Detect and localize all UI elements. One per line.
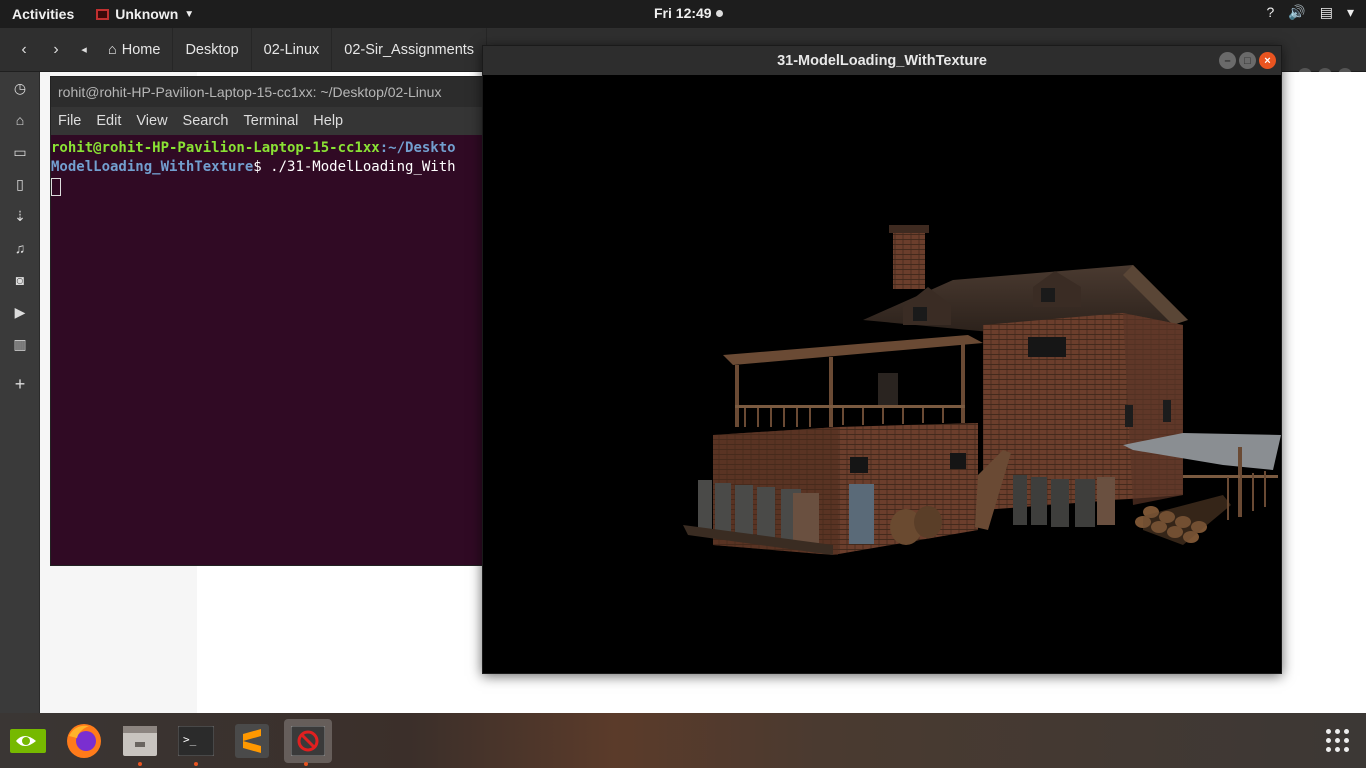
clock[interactable]: Fri 12:49 bbox=[654, 5, 723, 21]
maximize-button[interactable]: □ bbox=[1239, 52, 1256, 69]
command-text: $ ./31-ModelLoading_With bbox=[253, 159, 456, 175]
downloads-icon[interactable]: ⇣ bbox=[8, 206, 32, 226]
app-menu-label: Unknown bbox=[115, 6, 179, 22]
documents-icon[interactable]: ▯ bbox=[8, 174, 32, 194]
gl-window-title: 31-ModelLoading_WithTexture bbox=[777, 52, 987, 69]
prompt-path-cont: ModelLoading_WithTexture bbox=[51, 159, 254, 175]
nvidia-icon[interactable] bbox=[6, 719, 50, 763]
sublime-icon[interactable] bbox=[230, 719, 274, 763]
terminal-window[interactable]: rohit@rohit-HP-Pavilion-Laptop-15-cc1xx:… bbox=[50, 76, 490, 566]
system-menu-icon[interactable]: ▾ bbox=[1347, 4, 1354, 21]
breadcrumb-label: Home bbox=[121, 41, 161, 58]
places-dock: ◷ ⌂ ▭ ▯ ⇣ ♫ ◙ ▶ ▥ + bbox=[0, 72, 40, 713]
terminal-menubar: File Edit View Search Terminal Help bbox=[51, 107, 489, 135]
menu-view[interactable]: View bbox=[129, 113, 175, 129]
music-icon[interactable]: ♫ bbox=[8, 238, 32, 258]
show-applications-icon[interactable] bbox=[1326, 729, 1350, 753]
breadcrumb-home[interactable]: ⌂ Home bbox=[96, 27, 174, 72]
recent-icon[interactable]: ◷ bbox=[8, 78, 32, 98]
svg-text:>_: >_ bbox=[183, 733, 197, 746]
menu-search[interactable]: Search bbox=[176, 113, 237, 129]
gl-window-controls: – □ × bbox=[1219, 52, 1276, 69]
volume-icon[interactable]: 🔊 bbox=[1288, 4, 1305, 21]
gl-window[interactable]: 31-ModelLoading_WithTexture – □ × bbox=[482, 45, 1282, 674]
prompt-path: :~/Deskto bbox=[379, 140, 456, 156]
terminal-cursor bbox=[51, 178, 61, 196]
home-icon[interactable]: ⌂ bbox=[8, 110, 32, 130]
videos-icon[interactable]: ▶ bbox=[8, 302, 32, 322]
running-indicator bbox=[138, 762, 142, 766]
top-bar: Activities Unknown ▼ Fri 12:49 ? 🔊 ▤ ▾ bbox=[0, 0, 1366, 28]
menu-edit[interactable]: Edit bbox=[89, 113, 129, 129]
running-indicator bbox=[304, 762, 308, 766]
breadcrumb-desktop[interactable]: Desktop bbox=[173, 27, 252, 72]
folder-icon[interactable]: ▭ bbox=[8, 142, 32, 162]
back-button[interactable]: ‹ bbox=[8, 34, 40, 66]
clock-label: Fri 12:49 bbox=[654, 5, 712, 21]
battery-icon[interactable]: ▤ bbox=[1320, 4, 1333, 21]
help-icon[interactable]: ? bbox=[1267, 4, 1275, 21]
menu-help[interactable]: Help bbox=[306, 113, 351, 129]
terminal-output[interactable]: rohit@rohit-HP-Pavilion-Laptop-15-cc1xx:… bbox=[51, 135, 489, 196]
terminal-title: rohit@rohit-HP-Pavilion-Laptop-15-cc1xx:… bbox=[51, 77, 489, 107]
trash-icon[interactable]: ▥ bbox=[8, 334, 32, 354]
camera-icon[interactable]: ◙ bbox=[8, 270, 32, 290]
forward-button[interactable]: › bbox=[40, 34, 72, 66]
menu-terminal[interactable]: Terminal bbox=[237, 113, 307, 129]
rendered-house-model bbox=[683, 225, 1281, 555]
close-button[interactable]: × bbox=[1259, 52, 1276, 69]
add-icon[interactable]: + bbox=[8, 374, 32, 394]
path-left-arrow-icon[interactable]: ◂ bbox=[72, 34, 96, 66]
chevron-down-icon: ▼ bbox=[184, 8, 195, 20]
glapp-icon[interactable] bbox=[284, 719, 332, 766]
taskbar: >_ bbox=[0, 713, 1366, 768]
system-tray[interactable]: ? 🔊 ▤ ▾ bbox=[1267, 4, 1355, 21]
minimize-button[interactable]: – bbox=[1219, 52, 1236, 69]
terminal-icon[interactable]: >_ bbox=[174, 719, 218, 766]
activities-button[interactable]: Activities bbox=[0, 6, 86, 22]
home-icon: ⌂ bbox=[108, 41, 117, 58]
gl-window-titlebar[interactable]: 31-ModelLoading_WithTexture – □ × bbox=[483, 46, 1281, 75]
files-icon[interactable] bbox=[118, 719, 162, 766]
app-icon bbox=[96, 8, 110, 20]
breadcrumb-02-linux[interactable]: 02-Linux bbox=[252, 27, 333, 72]
menu-file[interactable]: File bbox=[51, 113, 89, 129]
app-menu[interactable]: Unknown ▼ bbox=[86, 6, 194, 22]
notification-dot bbox=[715, 10, 723, 17]
breadcrumb-sir-assignments[interactable]: 02-Sir_Assignments bbox=[332, 27, 488, 72]
running-indicator bbox=[194, 762, 198, 766]
prompt-user: rohit@rohit-HP-Pavilion-Laptop-15-cc1xx bbox=[51, 140, 380, 156]
firefox-icon[interactable] bbox=[62, 719, 106, 763]
